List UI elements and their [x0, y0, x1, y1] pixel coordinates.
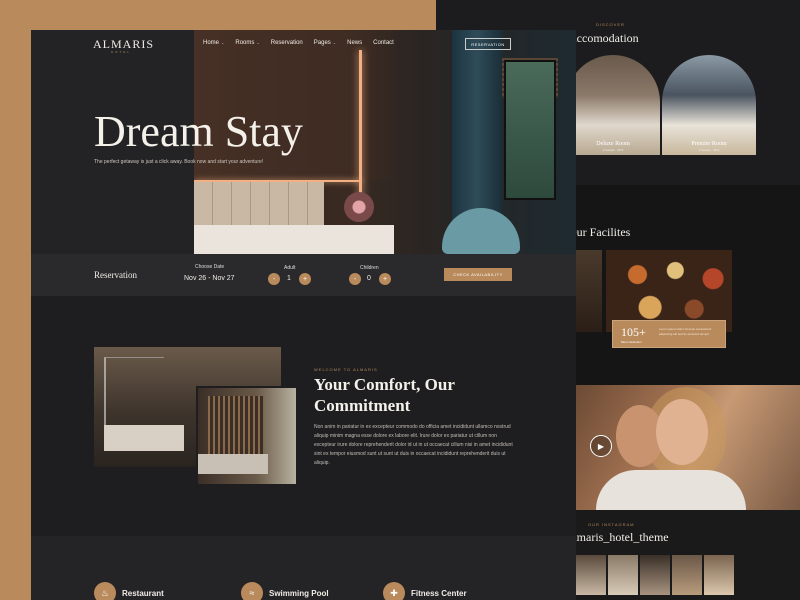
nav-label: Contact	[373, 40, 394, 46]
reservation-label: Reservation	[94, 270, 137, 280]
chevron-down-icon: ⌄	[332, 40, 337, 45]
room-card-deluxe[interactable]: Deluxe Room 2 Guests · 35 ft	[566, 55, 660, 155]
hero-section: ALMARIS HOTEL Home ⌄ Rooms ⌄ Reservation P…	[31, 30, 576, 254]
nav-item-rooms[interactable]: Rooms ⌄	[235, 40, 259, 46]
instagram-photo[interactable]	[704, 555, 734, 595]
instagram-tag: OUR INSTAGRAM	[588, 522, 635, 527]
date-picker[interactable]: Nov 26 - Nov 27	[184, 275, 235, 282]
date-label: Choose Date	[195, 264, 225, 270]
room-details: 2 Guests · 40 ft	[698, 148, 720, 152]
room-name: Deluxe Room	[596, 141, 630, 147]
hero-title: Dream Stay	[94, 107, 303, 156]
chevron-down-icon: ⌄	[256, 40, 260, 45]
services-section: ♨ Restaurant ≈ Swimming Pool ✚ Fitness C…	[31, 536, 576, 600]
instagram-photo[interactable]	[672, 555, 702, 595]
adult-count: 1	[287, 275, 291, 282]
stat-number: 105+	[621, 325, 646, 339]
about-title: Your Comfort, Our Commitment	[314, 375, 455, 415]
accommodation-tag: DISCOVER	[596, 22, 625, 27]
video-section: ▶	[576, 385, 800, 510]
nav-item-home[interactable]: Home ⌄	[203, 40, 224, 46]
instagram-handle[interactable]: almaris_hotel_theme	[568, 530, 669, 545]
children-label: Children	[360, 265, 379, 271]
nav-label: Pages	[313, 40, 331, 46]
nav-item-news[interactable]: News	[347, 40, 362, 46]
room-details: 2 Guests · 35 ft	[602, 148, 624, 152]
stat-description: Lorem ipsum dolor sit amet consectetur a…	[659, 327, 712, 336]
about-body: Non anim in pariatur in ex excepteur com…	[314, 424, 513, 466]
service-label: Restaurant	[122, 588, 164, 598]
nav-label: News	[347, 40, 363, 46]
service-label: Fitness Center	[411, 588, 467, 598]
service-restaurant[interactable]: ♨ Restaurant	[94, 582, 164, 600]
check-availability-button[interactable]: CHECK AVAILABILITY	[444, 268, 512, 281]
main-page-panel: ALMARIS HOTEL Home ⌄ Rooms ⌄ Reservation P…	[31, 30, 576, 600]
service-label: Swimming Pool	[269, 588, 329, 598]
accommodation-title: Accomodation	[568, 31, 639, 45]
adult-plus-button[interactable]: +	[299, 273, 311, 285]
nav-label: Reservation	[270, 40, 303, 46]
children-plus-button[interactable]: +	[379, 273, 391, 285]
nav-label: Rooms	[235, 40, 255, 46]
instagram-photo[interactable]	[576, 555, 606, 595]
service-pool[interactable]: ≈ Swimming Pool	[241, 582, 329, 600]
hero-subtitle: The perfect getaway is just a click away…	[94, 159, 264, 165]
instagram-photo[interactable]	[640, 555, 670, 595]
chevron-down-icon: ⌄	[221, 40, 225, 45]
children-minus-button[interactable]: -	[349, 273, 361, 285]
site-logo-sub: HOTEL	[111, 50, 132, 54]
facility-image-side	[576, 250, 602, 332]
about-section: WELCOME TO ALMARIS Your Comfort, Our Com…	[31, 296, 576, 536]
children-count: 0	[367, 275, 371, 282]
menu-stat-card: 105+ Menu Selection Lorem ipsum dolor si…	[612, 320, 726, 348]
reservation-button[interactable]: RESERVATION	[465, 38, 511, 50]
instagram-gallery	[576, 555, 734, 595]
nav-item-reservation[interactable]: Reservation	[271, 40, 303, 46]
nav-item-contact[interactable]: Contact	[373, 40, 394, 46]
facilities-title: Our Facilites	[568, 225, 631, 239]
room-name: Premier Room	[691, 141, 727, 147]
fitness-icon: ✚	[383, 582, 405, 600]
reservation-bar: Reservation Choose Date Nov 26 - Nov 27 …	[31, 254, 576, 296]
play-icon[interactable]: ▶	[590, 435, 612, 457]
nav-label: Home	[203, 40, 220, 46]
adult-label: Adult	[284, 265, 296, 271]
adult-minus-button[interactable]: -	[268, 273, 280, 285]
instagram-photo[interactable]	[608, 555, 638, 595]
service-fitness[interactable]: ✚ Fitness Center	[383, 582, 467, 600]
restaurant-icon: ♨	[94, 582, 116, 600]
room-card-premier[interactable]: Premier Room 2 Guests · 40 ft	[662, 55, 756, 155]
pool-icon: ≈	[241, 582, 263, 600]
stat-label: Menu Selection	[621, 340, 642, 344]
about-image-secondary	[196, 386, 298, 486]
about-tag: WELCOME TO ALMARIS	[314, 367, 378, 372]
nav-item-pages[interactable]: Pages ⌄	[314, 40, 336, 46]
main-nav: Home ⌄ Rooms ⌄ Reservation Pages ⌄ News Con…	[203, 40, 394, 46]
